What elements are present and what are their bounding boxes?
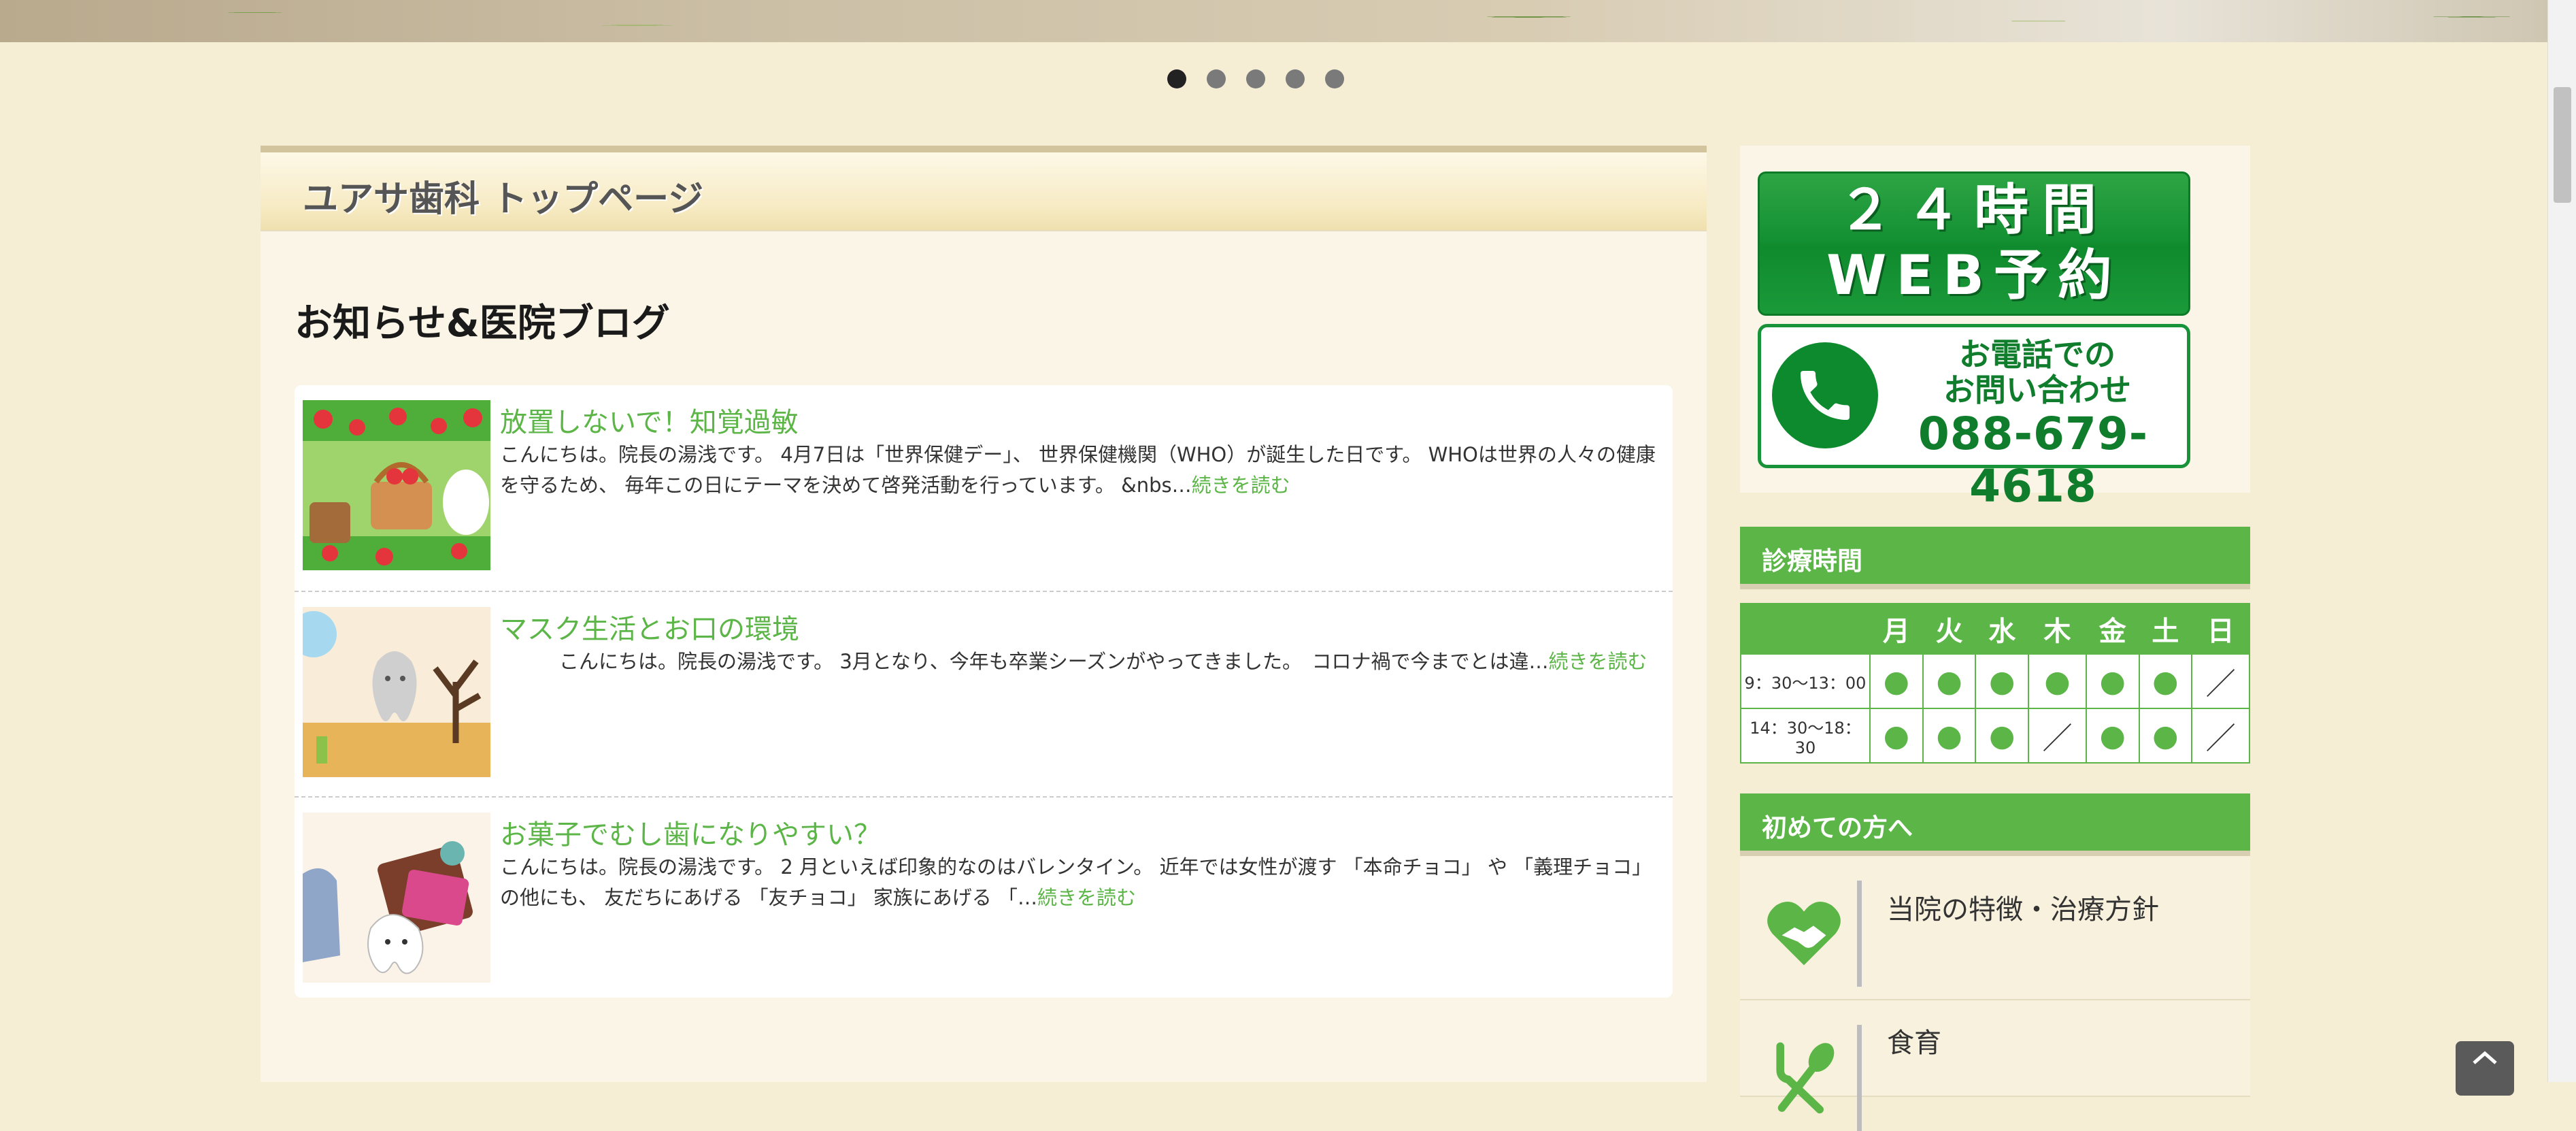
- hours-mark: ●: [2085, 708, 2140, 764]
- hours-heading: 診療時間: [1740, 527, 2250, 589]
- read-more-link[interactable]: 続きを読む: [1192, 474, 1290, 497]
- banner-box: ２４時間 WEB予約 お電話での お問い合わせ 088-679-4618: [1740, 146, 2250, 512]
- heart-handshake-icon: [1764, 894, 1843, 973]
- post-thumbnail-strawberries[interactable]: [303, 400, 490, 570]
- post-excerpt: こんにちは。院長の湯浅です。 2 月といえば印象的なのはバレンタイン。 近年では…: [500, 852, 1663, 913]
- web-reservation-banner[interactable]: ２４時間 WEB予約: [1758, 171, 2190, 316]
- info-item-label: 当院の特徴・治療方針: [1887, 894, 2159, 925]
- day-thu: 木: [2028, 603, 2087, 655]
- post-title-link[interactable]: お菓子でむし歯になりやすい？: [500, 813, 881, 852]
- slider-dot-5[interactable]: [1325, 69, 1344, 88]
- hours-heading-label: 診療時間: [1762, 546, 1862, 576]
- info-item-diet[interactable]: 食育: [1740, 1000, 2250, 1131]
- hours-mark: ●: [1922, 708, 1977, 764]
- main-content: ユアサ歯科 トップページ お知らせ&医院ブログ 放置しないで！知覚過敏 こんにち…: [261, 146, 1707, 1082]
- page-scrollbar[interactable]: [2547, 0, 2576, 1082]
- info-divider: [1857, 1025, 1862, 1131]
- post-title-link[interactable]: 放置しないで！知覚過敏: [500, 400, 799, 440]
- info-divider: [1857, 881, 1862, 987]
- info-item-features[interactable]: 当院の特徴・治療方針: [1740, 856, 2250, 1000]
- hours-mark: ／: [2191, 653, 2250, 709]
- excerpt-text: こんにちは。院長の湯浅です。 4月7日は「世界保健デー」、 世界保健機関（WHO…: [500, 443, 1656, 497]
- hours-row-afternoon: 14：30～18：30 ● ● ● ／ ● ● ／: [1740, 708, 2250, 764]
- hours-mark: ●: [1869, 653, 1924, 709]
- hours-mark: ●: [2138, 653, 2193, 709]
- info-item-label: 食育: [1887, 1028, 1941, 1059]
- scrollbar-thumb[interactable]: [2554, 87, 2571, 203]
- first-visit-heading-label: 初めての方へ: [1762, 813, 1913, 842]
- day-mon: 月: [1869, 603, 1924, 655]
- post-excerpt: こんにちは。院長の湯浅です。 4月7日は「世界保健デー」、 世界保健機関（WHO…: [500, 440, 1663, 501]
- web-banner-line2: WEB予約: [1826, 244, 2122, 307]
- fork-spoon-icon: [1764, 1038, 1843, 1117]
- day-fri: 金: [2085, 603, 2140, 655]
- slider-dot-1[interactable]: [1167, 69, 1186, 88]
- phone-banner-text: お電話での お問い合わせ: [1894, 337, 2180, 408]
- slider-dot-3[interactable]: [1246, 69, 1265, 88]
- chevron-up-icon: [2473, 1051, 2497, 1064]
- slider-dot-4[interactable]: [1286, 69, 1305, 88]
- phone-banner-line2: お問い合わせ: [1943, 372, 2131, 408]
- phone-icon: [1772, 342, 1878, 448]
- blog-post: マスク生活とお口の環境 こんにちは。院長の湯浅です。 3月となり、今年も卒業シー…: [295, 591, 1673, 796]
- hours-corner: [1740, 603, 1871, 655]
- hours-mark: ／: [2028, 708, 2087, 764]
- day-wed: 水: [1975, 603, 2030, 655]
- blog-post: お菓子でむし歯になりやすい？ こんにちは。院長の湯浅です。 2 月といえば印象的…: [295, 796, 1673, 1002]
- blog-post: 放置しないで！知覚過敏 こんにちは。院長の湯浅です。 4月7日は「世界保健デー」…: [295, 385, 1673, 591]
- back-to-top-button[interactable]: [2456, 1041, 2514, 1096]
- hours-mark: ●: [2138, 708, 2193, 764]
- hours-mark: ／: [2191, 708, 2250, 764]
- slider-dot-2[interactable]: [1207, 69, 1226, 88]
- post-excerpt: こんにちは。院長の湯浅です。 3月となり、今年も卒業シーズンがやってきました。 …: [500, 646, 1663, 677]
- hours-mark: ●: [1869, 708, 1924, 764]
- page-title: ユアサ歯科 トップページ: [303, 179, 704, 220]
- hours-mark: ●: [1975, 708, 2030, 764]
- post-title-link[interactable]: マスク生活とお口の環境: [500, 607, 799, 646]
- first-visit-heading: 初めての方へ: [1740, 793, 2250, 856]
- time-slot: 9：30～13：00: [1740, 653, 1871, 709]
- excerpt-text: こんにちは。院長の湯浅です。 3月となり、今年も卒業シーズンがやってきました。 …: [500, 650, 1549, 673]
- day-sat: 土: [2138, 603, 2193, 655]
- day-tue: 火: [1922, 603, 1977, 655]
- post-thumbnail-mask[interactable]: [303, 607, 490, 777]
- page-header: ユアサ歯科 トップページ: [261, 146, 1707, 231]
- day-sun: 日: [2191, 603, 2250, 655]
- blog-heading: お知らせ&医院ブログ: [295, 301, 670, 346]
- hours-row-morning: 9：30～13：00 ● ● ● ● ● ● ／: [1740, 653, 2250, 709]
- hours-mark: ●: [1975, 653, 2030, 709]
- hero-image: [0, 0, 2548, 42]
- post-thumbnail-sweets[interactable]: [303, 813, 490, 983]
- office-hours-table: 月 火 水 木 金 土 日 9：30～13：00 ● ● ● ● ● ● ／ 1…: [1740, 603, 2250, 764]
- phone-number: 088-679-4618: [1918, 408, 2149, 512]
- hours-mark: ●: [1922, 653, 1977, 709]
- web-banner-line1: ２４時間: [1838, 178, 2110, 242]
- slider-dots: [1167, 69, 1344, 88]
- phone-banner-line1: お電話での: [1959, 336, 2115, 373]
- phone-inquiry-banner[interactable]: お電話での お問い合わせ 088-679-4618: [1758, 324, 2190, 512]
- hours-mark: ●: [2085, 653, 2140, 709]
- blog-post-list: 放置しないで！知覚過敏 こんにちは。院長の湯浅です。 4月7日は「世界保健デー」…: [295, 385, 1673, 998]
- hours-mark: ●: [2028, 653, 2087, 709]
- read-more-link[interactable]: 続きを読む: [1037, 886, 1136, 909]
- time-slot: 14：30～18：30: [1740, 708, 1871, 764]
- read-more-link[interactable]: 続きを読む: [1548, 650, 1647, 673]
